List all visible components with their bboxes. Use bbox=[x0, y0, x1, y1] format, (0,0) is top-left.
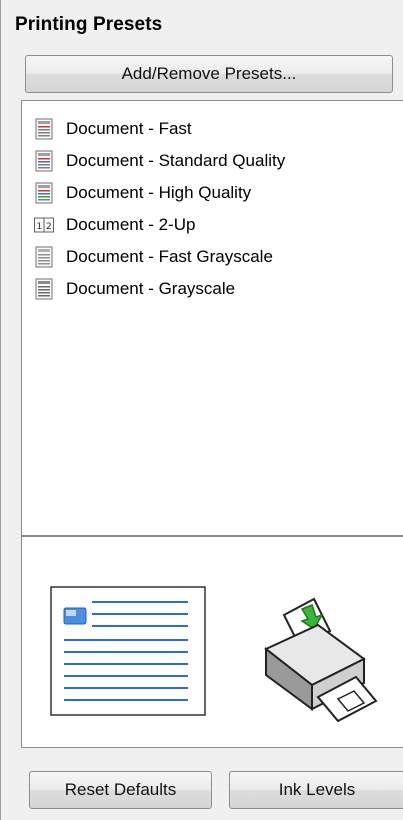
document-grayscale-icon bbox=[34, 278, 54, 300]
preset-item-document-fast-grayscale[interactable]: Document - Fast Grayscale bbox=[34, 243, 273, 271]
document-grayscale-fast-icon bbox=[34, 246, 54, 268]
preset-label: Document - Grayscale bbox=[66, 279, 236, 298]
svg-text:1: 1 bbox=[37, 222, 43, 232]
preset-label: Document - Standard Quality bbox=[66, 151, 286, 170]
reset-defaults-button[interactable]: Reset Defaults bbox=[29, 771, 212, 809]
preset-label: Document - 2-Up bbox=[66, 215, 196, 234]
ink-levels-button[interactable]: Ink Levels bbox=[229, 771, 403, 809]
preset-label: Document - Fast Grayscale bbox=[66, 247, 273, 266]
two-up-icon: 1 2 bbox=[34, 214, 54, 236]
preset-item-document-standard[interactable]: Document - Standard Quality bbox=[34, 147, 285, 175]
document-high-quality-icon bbox=[34, 182, 54, 204]
svg-text:2: 2 bbox=[46, 222, 52, 232]
document-fast-icon bbox=[34, 118, 54, 140]
preset-label: Document - High Quality bbox=[66, 183, 252, 202]
panel-title: Printing Presets bbox=[15, 14, 163, 35]
preset-item-document-2-up[interactable]: 1 2 Document - 2-Up bbox=[34, 211, 195, 239]
preset-item-document-fast[interactable]: Document - Fast bbox=[34, 115, 192, 143]
preset-item-document-grayscale[interactable]: Document - Grayscale bbox=[34, 275, 235, 303]
document-preview-icon bbox=[50, 586, 206, 716]
printing-presets-panel: Printing Presets Add/Remove Presets... D… bbox=[0, 0, 403, 820]
preview-area bbox=[21, 536, 403, 748]
printer-feed-icon bbox=[256, 597, 378, 723]
document-standard-icon bbox=[34, 150, 54, 172]
preset-item-document-high-quality[interactable]: Document - High Quality bbox=[34, 179, 251, 207]
add-remove-presets-button[interactable]: Add/Remove Presets... bbox=[25, 55, 393, 93]
preset-label: Document - Fast bbox=[66, 119, 192, 138]
preset-list[interactable]: Document - Fast Document - Standard Qual… bbox=[21, 100, 403, 536]
